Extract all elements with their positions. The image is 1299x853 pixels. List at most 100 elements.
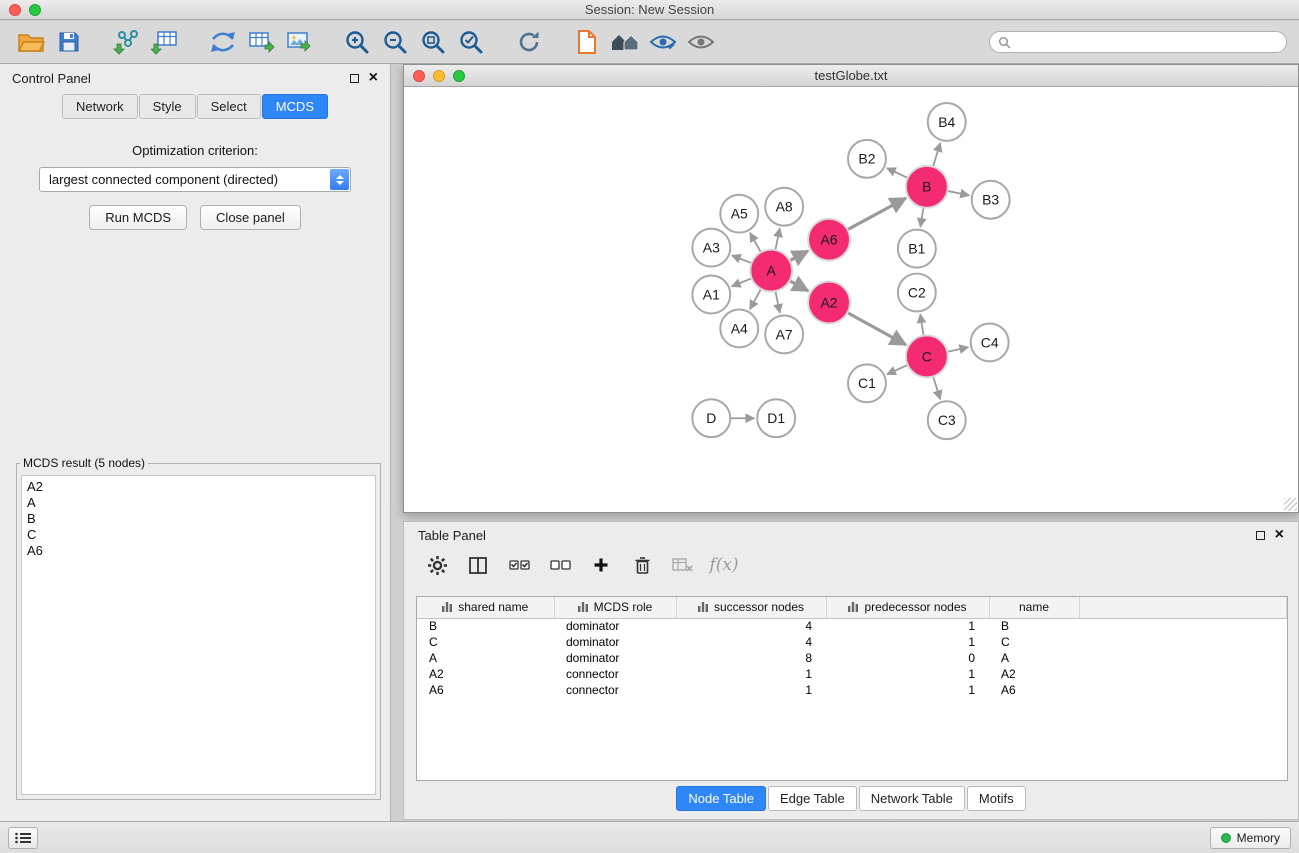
column-header-name[interactable]: name [989, 597, 1079, 618]
table-settings-button[interactable] [424, 553, 450, 577]
tab-node-table[interactable]: Node Table [676, 786, 766, 811]
first-neighbors-button[interactable] [606, 24, 644, 60]
table-row[interactable]: A6connector11A6 [417, 682, 1287, 698]
table-row[interactable]: Adominator80A [417, 650, 1287, 666]
network-canvas[interactable]: B4B2BB3A8A5A6A3B1AC2A1A2A4A7C4CC1DD1C3 [404, 88, 1298, 512]
tab-edge-table[interactable]: Edge Table [768, 786, 857, 811]
export-network-button[interactable] [204, 24, 242, 60]
graph-node-label: C [922, 348, 932, 364]
close-window-button[interactable] [9, 4, 21, 16]
graph-edge[interactable] [887, 365, 908, 374]
float-panel-icon[interactable] [350, 74, 359, 83]
result-item[interactable]: C [27, 527, 370, 543]
zoom-out-button[interactable] [376, 24, 414, 60]
table-row[interactable]: A2connector11A2 [417, 666, 1287, 682]
tab-network-table[interactable]: Network Table [859, 786, 965, 811]
import-network-button[interactable] [108, 24, 146, 60]
graph-edge[interactable] [790, 251, 808, 261]
criterion-dropdown[interactable]: largest connected component (directed) [39, 167, 351, 192]
graph-node-label: B2 [858, 151, 875, 167]
delete-table-button[interactable] [670, 553, 696, 577]
deselect-all-button[interactable] [547, 553, 573, 577]
graph-node-label: C4 [981, 334, 999, 350]
run-mcds-button[interactable]: Run MCDS [89, 205, 187, 230]
graph-edge[interactable] [920, 314, 923, 335]
graph-node-label: B1 [908, 241, 925, 257]
graph-edge[interactable] [933, 376, 940, 399]
result-item[interactable]: A [27, 495, 370, 511]
graph-edge[interactable] [790, 281, 809, 291]
import-table-button[interactable] [146, 24, 184, 60]
zoom-fit-button[interactable] [414, 24, 452, 60]
export-table-button[interactable] [242, 24, 280, 60]
show-columns-button[interactable] [465, 553, 491, 577]
graph-edge[interactable] [775, 291, 779, 313]
graph-edge[interactable] [732, 255, 752, 263]
table-row[interactable]: Bdominator41B [417, 618, 1287, 634]
graph-edge[interactable] [887, 168, 908, 178]
graph-edge[interactable] [847, 198, 905, 230]
minimize-network-window-button[interactable] [433, 70, 445, 82]
graph-edge[interactable] [933, 143, 940, 167]
result-item[interactable]: A2 [27, 479, 370, 495]
result-item[interactable]: A6 [27, 543, 370, 559]
close-table-panel-icon[interactable]: × [1275, 530, 1284, 540]
close-panel-icon[interactable]: × [369, 73, 378, 83]
tab-network[interactable]: Network [62, 94, 138, 119]
zoom-selected-button[interactable] [452, 24, 490, 60]
float-table-panel-icon[interactable] [1256, 531, 1265, 540]
graph-edge[interactable] [732, 278, 752, 286]
export-network-icon [209, 30, 237, 54]
task-history-button[interactable] [8, 827, 38, 849]
open-session-button[interactable] [12, 24, 50, 60]
save-session-button[interactable] [50, 24, 88, 60]
column-header-mcds-role[interactable]: MCDS role [554, 597, 676, 618]
graph-edge[interactable] [750, 289, 761, 309]
delete-column-button[interactable] [629, 553, 655, 577]
search-input[interactable] [1016, 35, 1278, 49]
graph-edge[interactable] [947, 191, 969, 195]
tab-select[interactable]: Select [197, 94, 261, 119]
column-header-shared-name[interactable]: shared name [417, 597, 554, 618]
result-item[interactable]: B [27, 511, 370, 527]
table-panel-title: Table Panel [418, 528, 486, 543]
search-box[interactable] [989, 31, 1287, 53]
floppy-icon [57, 30, 81, 54]
table-cell: connector [554, 682, 676, 698]
tab-mcds[interactable]: MCDS [262, 94, 328, 119]
zoom-network-window-button[interactable] [453, 70, 465, 82]
show-graphics-details-button[interactable] [644, 24, 682, 60]
graph-node-label: C1 [858, 375, 876, 391]
table-cell: 1 [826, 618, 989, 634]
select-all-button[interactable] [506, 553, 532, 577]
column-header-successor-nodes[interactable]: successor nodes [676, 597, 826, 618]
close-panel-button[interactable]: Close panel [200, 205, 301, 230]
zoom-in-button[interactable] [338, 24, 376, 60]
hide-graphics-details-button[interactable] [682, 24, 720, 60]
graph-edge[interactable] [847, 313, 905, 345]
export-image-button[interactable] [280, 24, 318, 60]
session-file-button[interactable] [568, 24, 606, 60]
graph-edge[interactable] [750, 233, 761, 252]
network-graph[interactable]: B4B2BB3A8A5A6A3B1AC2A1A2A4A7C4CC1DD1C3 [404, 88, 1298, 512]
graph-edge[interactable] [920, 207, 923, 227]
column-header-predecessor-nodes[interactable]: predecessor nodes [826, 597, 989, 618]
tab-style[interactable]: Style [139, 94, 196, 119]
add-column-button[interactable] [588, 553, 614, 577]
tab-motifs[interactable]: Motifs [967, 786, 1026, 811]
function-builder-button[interactable]: f(x) [711, 553, 737, 577]
mcds-result-title: MCDS result (5 nodes) [20, 456, 148, 470]
resize-handle[interactable] [1284, 498, 1297, 511]
zoom-fit-icon [420, 29, 446, 55]
zoom-window-button[interactable] [29, 4, 41, 16]
graph-node-label: C2 [908, 284, 926, 300]
memory-status-icon [1221, 833, 1231, 843]
close-network-window-button[interactable] [413, 70, 425, 82]
refresh-button[interactable] [510, 24, 548, 60]
graph-edge[interactable] [775, 228, 779, 250]
network-window-titlebar: testGlobe.txt [404, 65, 1298, 87]
table-row[interactable]: Cdominator41C [417, 634, 1287, 650]
graph-edge[interactable] [947, 347, 968, 352]
table-cell: 1 [826, 634, 989, 650]
memory-button[interactable]: Memory [1210, 827, 1291, 849]
